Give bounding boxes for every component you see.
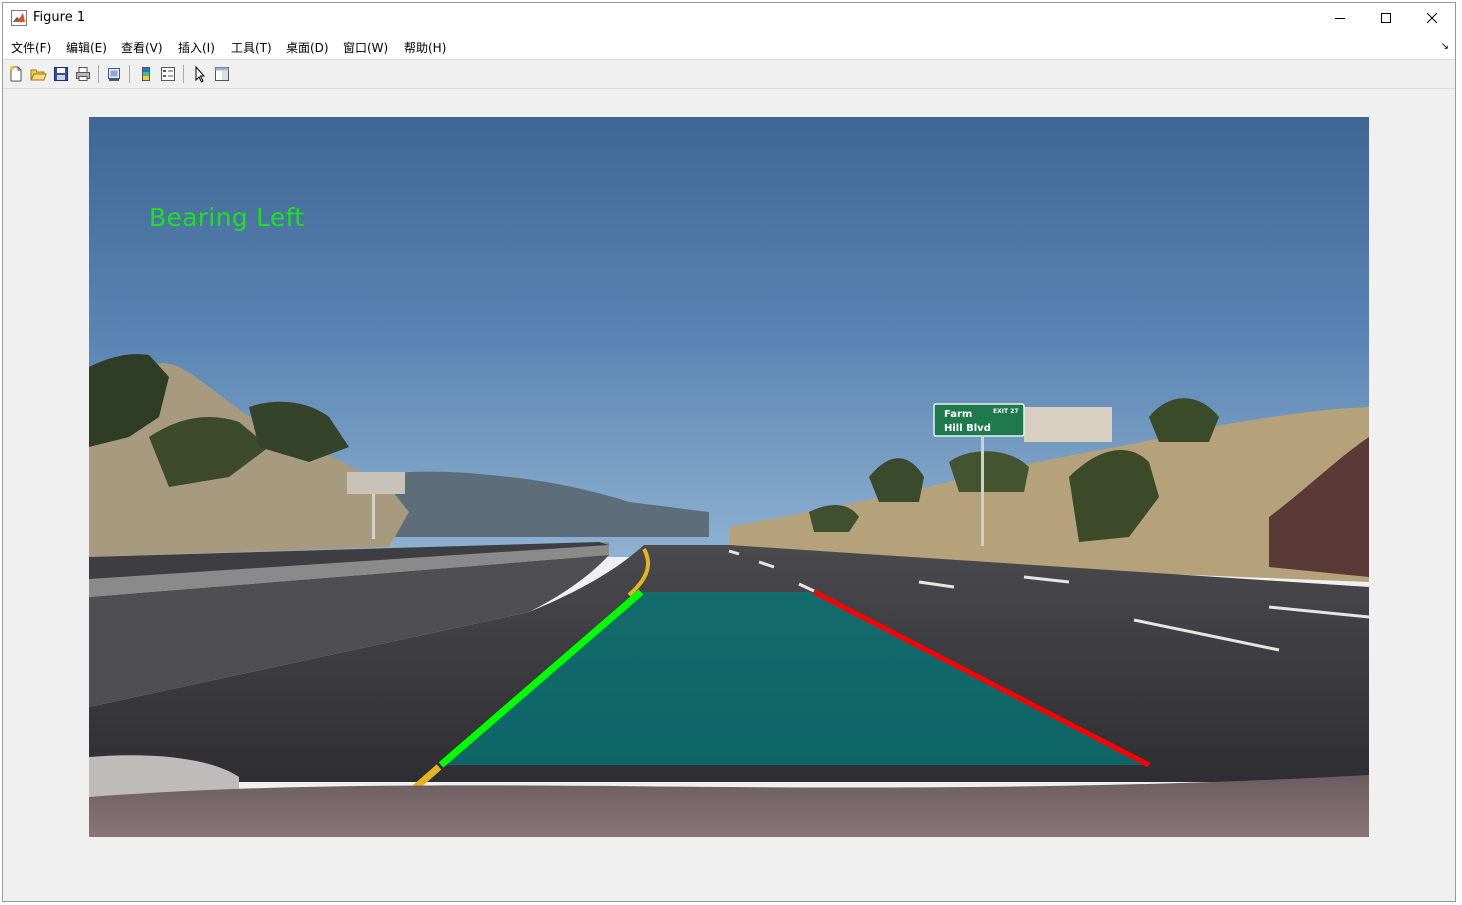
toolbar-separator	[129, 65, 130, 83]
sign-exit: EXIT 27	[993, 408, 1019, 415]
save-icon[interactable]	[52, 65, 70, 83]
edit-plot-icon[interactable]	[191, 65, 209, 83]
menu-window[interactable]: 窗口(W)	[343, 39, 388, 56]
maximize-icon	[1380, 12, 1392, 24]
close-button[interactable]	[1409, 3, 1455, 33]
minimize-icon	[1334, 12, 1346, 24]
property-inspector-icon[interactable]	[213, 65, 231, 83]
sign-line1: Farm	[944, 409, 972, 420]
left-billboard	[347, 472, 405, 494]
menu-help[interactable]: 帮助(H)	[404, 39, 446, 56]
minimize-button[interactable]	[1317, 3, 1363, 33]
close-icon	[1426, 12, 1438, 24]
menu-edit[interactable]: 编辑(E)	[66, 39, 107, 56]
new-figure-icon[interactable]	[7, 65, 25, 83]
menu-file[interactable]: 文件(F)	[11, 39, 51, 56]
image-axes[interactable]: Farm Hill Blvd EXIT 27 Bearing Left	[89, 117, 1369, 837]
maximize-button[interactable]	[1363, 3, 1409, 33]
menu-bar: 文件(F) 编辑(E) 查看(V) 插入(I) 工具(T) 桌面(D) 窗口(W…	[3, 33, 1455, 60]
link-plot-icon[interactable]	[105, 65, 123, 83]
menu-view[interactable]: 查看(V)	[121, 39, 163, 56]
menu-desktop[interactable]: 桌面(D)	[286, 39, 329, 56]
sign-line2: Hill Blvd	[944, 423, 991, 434]
menu-insert[interactable]: 插入(I)	[178, 39, 215, 56]
left-billboard-post	[372, 494, 375, 539]
print-icon[interactable]	[74, 65, 92, 83]
title-bar: Figure 1	[3, 3, 1455, 33]
car-hood	[89, 775, 1369, 837]
window-title: Figure 1	[33, 10, 86, 25]
toolbar-separator	[98, 65, 99, 83]
matlab-icon	[11, 10, 27, 26]
figure-toolbar	[3, 60, 1455, 89]
insert-legend-icon[interactable]	[159, 65, 177, 83]
toolbar-separator	[183, 65, 184, 83]
figure-window: Figure 1 文件(F) 编辑(E) 查看(V) 插入(I) 工具(T) 桌…	[2, 2, 1456, 902]
menu-tools[interactable]: 工具(T)	[231, 39, 272, 56]
bearing-text: Bearing Left	[149, 203, 305, 232]
open-file-icon[interactable]	[29, 65, 47, 83]
dock-arrow-icon[interactable]: ↘	[1441, 41, 1449, 52]
sign-post	[981, 436, 984, 546]
insert-colorbar-icon[interactable]	[137, 65, 155, 83]
sign-back-panel	[1024, 407, 1112, 442]
